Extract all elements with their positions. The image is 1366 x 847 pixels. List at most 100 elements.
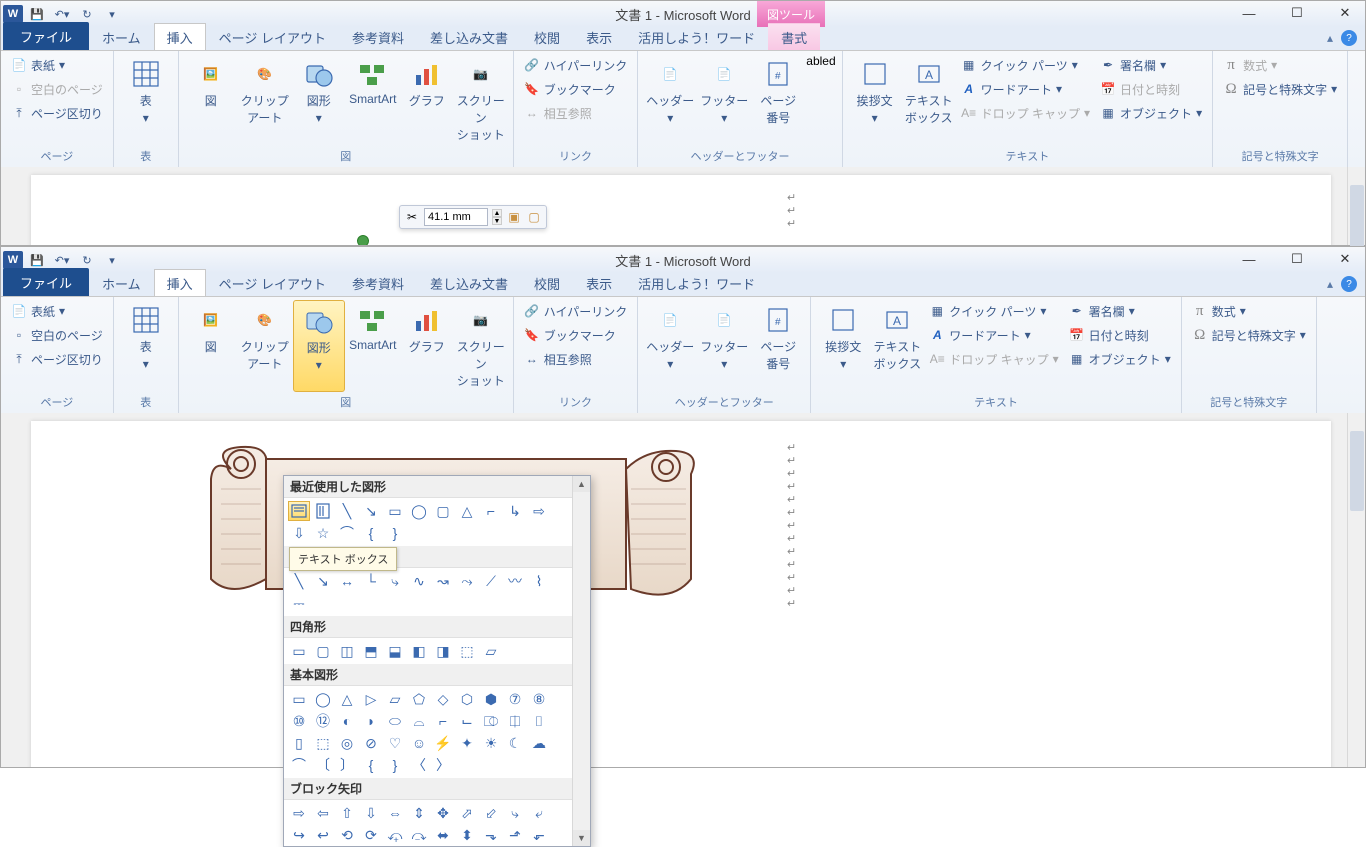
spinner-down[interactable]: ▼ [492, 217, 502, 225]
shape-curve-arrow[interactable]: ↝ [432, 571, 454, 591]
qat-undo[interactable]: ↶▾ [51, 4, 73, 24]
shape-b3[interactable]: △ [336, 689, 358, 709]
shape-arrow[interactable]: ↘ [312, 571, 334, 591]
tab-references[interactable]: 参考資料 [339, 23, 417, 50]
tab-view[interactable]: 表示 [573, 269, 625, 296]
ribbon-minimize-icon[interactable]: ▴ [1327, 277, 1333, 291]
shape-star[interactable]: ☆ [312, 523, 334, 543]
shape-ar4[interactable]: ⇩ [360, 803, 382, 823]
shape-b8[interactable]: ⬡ [456, 689, 478, 709]
shape-rect4[interactable]: ⬒ [360, 641, 382, 661]
header-button[interactable]: 📄ヘッダー▾ [644, 54, 696, 146]
shape-b40[interactable]: 〉 [432, 755, 454, 775]
textbox-button[interactable]: Aテキスト ボックス [903, 54, 955, 146]
footer-button[interactable]: 📄フッター▾ [698, 54, 750, 146]
shape-b32[interactable]: ☾ [504, 733, 526, 753]
qat-customize[interactable]: ▾ [101, 250, 123, 270]
gallery-scroll-down[interactable]: ▼ [573, 830, 590, 846]
shape-rect9[interactable]: ▱ [480, 641, 502, 661]
tab-references[interactable]: 参考資料 [339, 269, 417, 296]
wordart-button[interactable]: Aワードアート ▾ [957, 78, 1094, 100]
sigline-button[interactable]: ✒署名欄 ▾ [1096, 54, 1206, 76]
bookmark-button[interactable]: 🔖ブックマーク [520, 324, 632, 346]
shape-b4[interactable]: ▷ [360, 689, 382, 709]
object-button[interactable]: ▦オブジェクト ▾ [1096, 102, 1206, 124]
shape-right-arrow[interactable]: ⇨ [528, 501, 550, 521]
clipart-button[interactable]: 🎨クリップ アート [239, 54, 291, 146]
shape-b18[interactable]: ⌐ [432, 711, 454, 731]
shape-double-arrow[interactable]: ↔ [336, 571, 358, 591]
tab-insert[interactable]: 挿入 [154, 23, 206, 50]
shapes-button[interactable]: 図形▾ [293, 54, 345, 146]
shape-bracket[interactable]: ⌒ [336, 523, 358, 543]
shape-freeform[interactable]: ⟋ [480, 571, 502, 591]
shape-curve-darrow[interactable]: ⤳ [456, 571, 478, 591]
shape-b16[interactable]: ⬭ [384, 711, 406, 731]
crossref-button[interactable]: ↔相互参照 [520, 348, 632, 370]
qat-customize[interactable]: ▾ [101, 4, 123, 24]
blank-page-button[interactable]: ▫空白のページ [7, 78, 107, 100]
smartart-button[interactable]: SmartArt [347, 300, 399, 392]
page-break-button[interactable]: ⤒ページ区切り [7, 348, 107, 370]
tab-layout[interactable]: ページ レイアウト [206, 269, 339, 296]
header-button[interactable]: 📄ヘッダー▾ [644, 300, 696, 392]
shape-triangle[interactable]: △ [456, 501, 478, 521]
shape-brace-l[interactable]: { [360, 523, 382, 543]
symbol-button[interactable]: Ω記号と特殊文字 ▾ [1219, 78, 1341, 100]
hyperlink-button[interactable]: 🔗ハイパーリンク [520, 54, 632, 76]
shape-b35[interactable]: 〔 [312, 755, 334, 775]
maximize-button[interactable]: ☐ [1283, 249, 1311, 269]
shape-connector[interactable]: ⌇ [528, 571, 550, 591]
shape-b20[interactable]: ⎄ [480, 711, 502, 731]
hyperlink-button[interactable]: 🔗ハイパーリンク [520, 300, 632, 322]
shape-b36[interactable]: 〕 [336, 755, 358, 775]
tab-file[interactable]: ファイル [3, 22, 89, 50]
table-button[interactable]: 表▾ [120, 300, 172, 392]
crossref-button[interactable]: ↔相互参照 [520, 102, 632, 124]
shape-ar8[interactable]: ⬀ [456, 803, 478, 823]
shape-rect7[interactable]: ◨ [432, 641, 454, 661]
shape-rect6[interactable]: ◧ [408, 641, 430, 661]
shape-b31[interactable]: ☀ [480, 733, 502, 753]
shape-rectangle[interactable]: ▭ [384, 501, 406, 521]
wordart-button[interactable]: Aワードアート ▾ [925, 324, 1062, 346]
tab-mailings[interactable]: 差し込み文書 [417, 269, 521, 296]
dropcap-button[interactable]: A≡ドロップ キャップ ▾ [925, 348, 1062, 370]
send-backward-icon[interactable]: ▢ [526, 209, 542, 225]
smartart-button[interactable]: SmartArt [347, 54, 399, 146]
shape-oval[interactable]: ◯ [408, 501, 430, 521]
greeting-button[interactable]: 挨拶文▾ [817, 300, 869, 392]
symbol-button[interactable]: Ω記号と特殊文字 ▾ [1188, 324, 1310, 346]
spinner-up[interactable]: ▲ [492, 209, 502, 217]
shape-b26[interactable]: ⊘ [360, 733, 382, 753]
vertical-scrollbar-top[interactable] [1347, 167, 1365, 245]
shape-rect5[interactable]: ⬓ [384, 641, 406, 661]
shape-elbow-arrow[interactable]: ⤷ [384, 571, 406, 591]
shape-brace-r[interactable]: } [384, 523, 406, 543]
gallery-scrollbar[interactable]: ▲ ▼ [572, 476, 590, 846]
vertical-scrollbar-bot[interactable] [1347, 413, 1365, 767]
sigline-button[interactable]: ✒署名欄 ▾ [1065, 300, 1175, 322]
textbox-button[interactable]: Aテキスト ボックス [871, 300, 923, 392]
tab-home[interactable]: ホーム [89, 269, 154, 296]
tab-file[interactable]: ファイル [3, 268, 89, 296]
bring-forward-icon[interactable]: ▣ [506, 209, 522, 225]
shape-ar2[interactable]: ⇦ [312, 803, 334, 823]
shape-scribble[interactable]: 〰 [504, 571, 526, 591]
tab-addin[interactable]: 活用しよう！ワード [625, 269, 768, 296]
shape-b14[interactable]: ◐ [336, 711, 358, 731]
document-area-bot[interactable]: ↵↵↵↵↵↵↵↵↵↵↵↵↵ [1, 413, 1347, 767]
shape-curve[interactable]: ∿ [408, 571, 430, 591]
shape-ar17[interactable]: ⤼ [408, 825, 430, 845]
shape-polyline[interactable]: ⎓ [288, 593, 310, 613]
shape-b6[interactable]: ⬠ [408, 689, 430, 709]
dropcap-button[interactable]: A≡ドロップ キャップ ▾ [957, 102, 1094, 124]
shape-arrow-line[interactable]: ↘ [360, 501, 382, 521]
qat-save[interactable]: 💾 [26, 4, 48, 24]
object-button[interactable]: ▦オブジェクト ▾ [1065, 348, 1175, 370]
shape-b28[interactable]: ☺ [408, 733, 430, 753]
screenshot-button[interactable]: 📷スクリーン ショット [455, 300, 507, 392]
page-break-button[interactable]: ⤒ページ区切り [7, 102, 107, 124]
shape-ar1[interactable]: ⇨ [288, 803, 310, 823]
tab-layout[interactable]: ページ レイアウト [206, 23, 339, 50]
